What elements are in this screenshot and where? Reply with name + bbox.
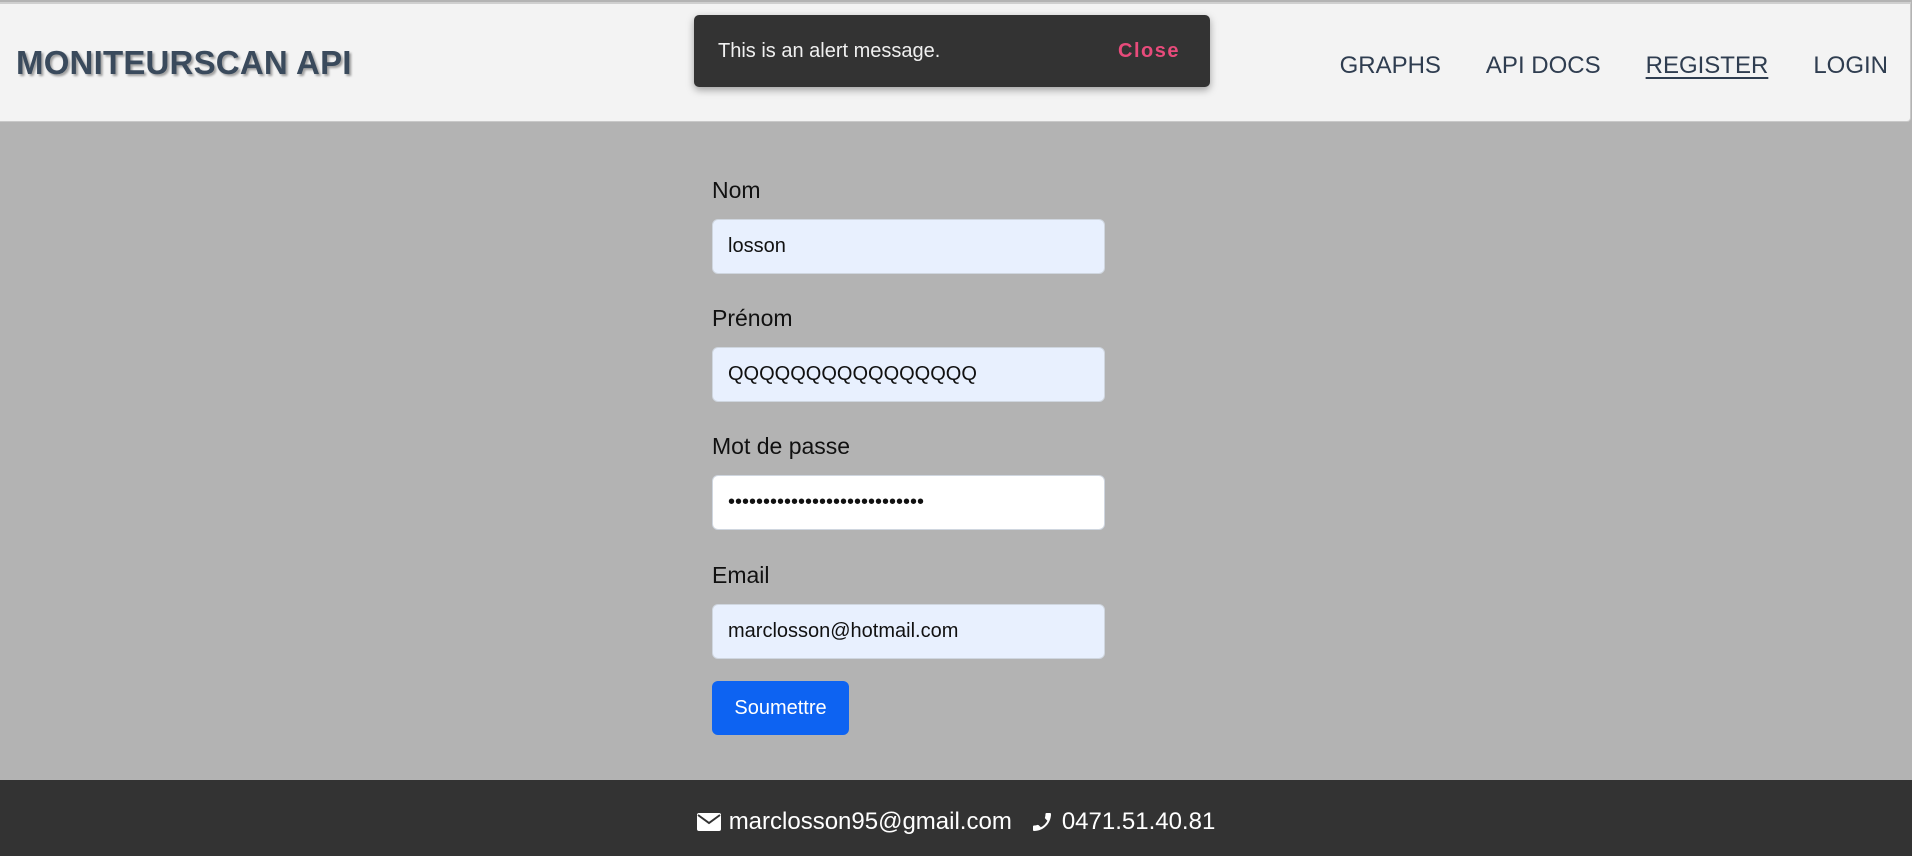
nav-link-api-docs[interactable]: API DOCS [1486, 52, 1601, 80]
footer-email: marclosson95@gmail.com [696, 808, 1012, 836]
nav-link-login[interactable]: LOGIN [1813, 52, 1888, 80]
submit-button[interactable]: Soumettre [712, 681, 849, 735]
nav-link-register[interactable]: REGISTER [1646, 52, 1769, 80]
alert-message: This is an alert message. [718, 39, 941, 62]
nom-input[interactable] [712, 219, 1105, 274]
email-input[interactable] [712, 604, 1105, 659]
field-nom: Nom [712, 175, 1105, 274]
password-input[interactable] [712, 475, 1105, 530]
envelope-icon [696, 813, 721, 831]
footer-phone-text[interactable]: 0471.51.40.81 [1062, 808, 1215, 836]
nav-link-graphs[interactable]: GRAPHS [1340, 52, 1441, 80]
alert-close-button[interactable]: Close [1118, 40, 1180, 63]
page: MONITEURSCAN API GRAPHS API DOCS REGISTE… [0, 0, 1912, 856]
password-label: Mot de passe [712, 433, 851, 459]
field-password: Mot de passe [712, 431, 1105, 530]
prenom-label: Prénom [712, 305, 793, 331]
brand-logo-text[interactable]: MONITEURSCAN API [16, 44, 352, 82]
email-label: Email [712, 562, 770, 588]
field-prenom: Prénom [712, 303, 1105, 402]
prenom-input[interactable] [712, 347, 1105, 402]
nom-label: Nom [712, 177, 761, 203]
field-email: Email [712, 560, 1105, 659]
main-nav: GRAPHS API DOCS REGISTER LOGIN [1340, 52, 1888, 80]
site-footer: marclosson95@gmail.com 0471.51.40.81 [0, 780, 1912, 856]
footer-email-text[interactable]: marclosson95@gmail.com [729, 808, 1012, 836]
alert-toast: This is an alert message. Close [694, 15, 1210, 87]
phone-icon [1030, 810, 1054, 834]
footer-phone: 0471.51.40.81 [1030, 808, 1215, 836]
